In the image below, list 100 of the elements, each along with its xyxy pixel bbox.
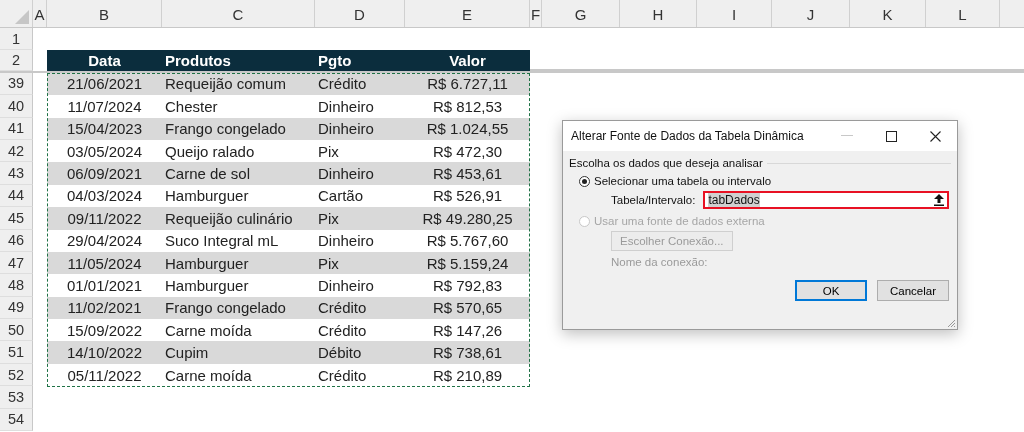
table-cell-text: Queijo ralado xyxy=(164,141,256,162)
table-cell-text: Dinheiro xyxy=(317,276,375,296)
table-cell: R$ 6.727,11 xyxy=(405,72,530,96)
column-header[interactable]: L xyxy=(926,0,1000,27)
row-header[interactable]: 1 xyxy=(0,28,33,51)
table-cell: R$ 570,65 xyxy=(405,296,530,320)
table-cell-text: Crédito xyxy=(317,365,368,386)
column-header[interactable]: G xyxy=(542,0,620,27)
row-header[interactable]: 52 xyxy=(0,363,33,387)
table-cell-text: 04/03/2024 xyxy=(65,186,144,207)
table-cell-text: Pix xyxy=(317,141,340,162)
row-header[interactable]: 54 xyxy=(0,408,33,432)
row-header[interactable]: 47 xyxy=(0,251,33,275)
row-header[interactable]: 48 xyxy=(0,274,33,297)
range-value: tabDados xyxy=(708,193,760,207)
field-label: Tabela/Intervalo: xyxy=(611,194,696,206)
dialog-button[interactable]: OK xyxy=(795,280,867,301)
table-cell: Crédito xyxy=(315,72,405,96)
close-icon[interactable] xyxy=(930,130,941,142)
upload-arrow-icon[interactable] xyxy=(934,194,944,206)
table-cell: 11/02/2021 xyxy=(47,296,162,320)
table-cell: Requeijão comum xyxy=(162,72,315,96)
dialog-button[interactable]: Cancelar xyxy=(877,280,949,301)
table-header-cell: Produtos xyxy=(162,50,315,71)
table-cell: Requeijão culinário xyxy=(162,207,315,230)
table-cell: Carne de sol xyxy=(162,162,315,185)
column-header[interactable]: A xyxy=(33,0,47,27)
table-cell-text: R$ 812,53 xyxy=(431,96,504,117)
table-cell-text: Cartão xyxy=(317,186,365,207)
table-cell: Hamburguer xyxy=(162,251,315,275)
table-cell-text: R$ 792,83 xyxy=(431,276,504,296)
table-cell-text: 15/09/2022 xyxy=(65,320,144,341)
table-cell: R$ 49.280,25 xyxy=(405,207,530,230)
table-cell-text: R$ 147,26 xyxy=(431,320,504,341)
table-cell-text: Dinheiro xyxy=(317,96,375,117)
row-header[interactable]: 46 xyxy=(0,229,33,252)
row-header[interactable]: 44 xyxy=(0,184,33,208)
table-cell-text: 11/07/2024 xyxy=(66,96,143,117)
row-header[interactable]: 43 xyxy=(0,162,33,185)
range-input-field[interactable]: tabDados xyxy=(703,191,949,209)
table-cell: Cupim xyxy=(162,341,315,364)
table-cell: Dinheiro xyxy=(315,117,405,140)
column-header[interactable]: B xyxy=(47,0,162,27)
table-cell-text: Chester xyxy=(164,96,219,117)
row-header[interactable]: 45 xyxy=(0,207,33,230)
table-cell: Frango congelado xyxy=(162,296,315,320)
group-label: Escolha os dados que deseja analisar xyxy=(569,157,763,169)
column-header[interactable]: I xyxy=(697,0,772,27)
maximize-icon[interactable] xyxy=(886,130,897,142)
row-header[interactable]: 41 xyxy=(0,117,33,140)
table-cell: Frango congelado xyxy=(162,117,315,140)
resize-grip-icon[interactable] xyxy=(947,319,955,327)
table-cell-text: Crédito xyxy=(317,320,368,341)
table-header-cell: Valor xyxy=(405,50,530,71)
table-cell-text: 01/01/2021 xyxy=(65,276,144,296)
row-header[interactable]: 50 xyxy=(0,319,33,342)
table-cell-text: R$ 472,30 xyxy=(431,141,504,162)
table-cell: R$ 738,61 xyxy=(405,341,530,364)
dialog-title: Alterar Fonte de Dados da Tabela Dinâmica xyxy=(571,129,805,143)
table-header-cell: Data xyxy=(47,50,162,71)
table-cell-text: 05/11/2022 xyxy=(66,365,143,386)
table-cell-text: R$ 210,89 xyxy=(431,365,504,386)
row-header[interactable]: 42 xyxy=(0,139,33,163)
radio-option[interactable]: Selecionar uma tabela ou intervalo xyxy=(579,175,951,187)
table-cell-text: Hamburguer xyxy=(164,186,250,207)
table-cell-text: 29/04/2024 xyxy=(65,231,144,252)
table-cell-text: Carne moída xyxy=(164,320,253,341)
row-header[interactable]: 51 xyxy=(0,341,33,364)
column-header[interactable]: E xyxy=(405,0,530,27)
table-cell: Crédito xyxy=(315,296,405,320)
table-cell: 09/11/2022 xyxy=(47,207,162,230)
table-cell: 11/05/2024 xyxy=(47,251,162,275)
column-header[interactable]: D xyxy=(315,0,405,27)
table-cell: R$ 453,61 xyxy=(405,162,530,185)
table-cell-text: Carne moída xyxy=(164,365,253,386)
row-header[interactable]: 40 xyxy=(0,95,33,118)
table-cell: Dinheiro xyxy=(315,162,405,185)
table-cell: Pix xyxy=(315,207,405,230)
column-header[interactable]: J xyxy=(772,0,850,27)
row-header[interactable]: 53 xyxy=(0,386,33,409)
table-cell-text: Suco Integral mL xyxy=(164,231,280,252)
table-cell: 06/09/2021 xyxy=(47,162,162,185)
table-cell: 14/10/2022 xyxy=(47,341,162,364)
table-cell-text: R$ 5.767,60 xyxy=(425,231,510,252)
column-header[interactable]: C xyxy=(162,0,315,27)
row-header[interactable]: 49 xyxy=(0,296,33,320)
table-cell: R$ 5.159,24 xyxy=(405,251,530,275)
table-cell: Débito xyxy=(315,341,405,364)
column-header[interactable]: K xyxy=(850,0,926,27)
table-cell-text: R$ 526,91 xyxy=(431,186,504,207)
connection-name-label: Nome da conexão: xyxy=(611,256,709,268)
table-cell: Pix xyxy=(315,251,405,275)
table-header-cell: Pgto xyxy=(315,50,405,71)
table-cell-text: 03/05/2024 xyxy=(65,141,144,162)
table-cell: R$ 1.024,55 xyxy=(405,117,530,140)
row-header[interactable]: 39 xyxy=(0,72,33,96)
column-header[interactable]: H xyxy=(620,0,697,27)
column-header[interactable]: F xyxy=(530,0,542,27)
table-cell: 15/04/2023 xyxy=(47,117,162,140)
row-header[interactable]: 2 xyxy=(0,50,33,71)
